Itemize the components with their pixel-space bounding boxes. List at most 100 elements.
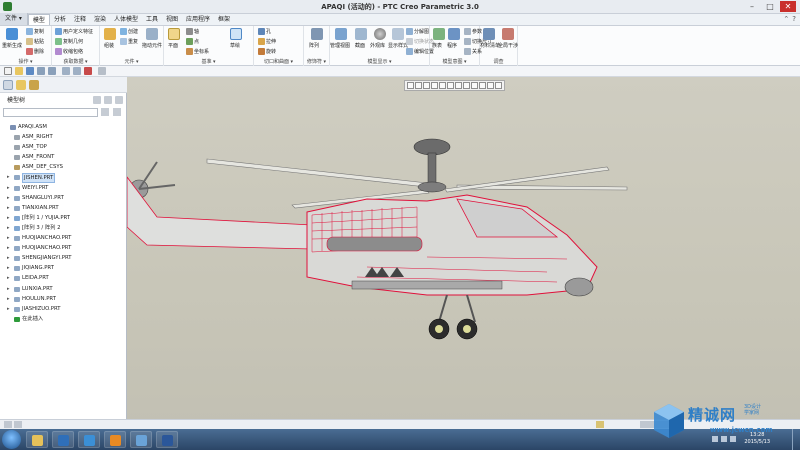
tab-model[interactable]: 模型 [27,14,50,25]
assemble-label[interactable]: 组装 [104,42,114,49]
tree-item[interactable]: ▸ [阵列 3 / 阵列 2 [0,223,127,233]
folder-browser-tab-icon[interactable] [16,80,26,90]
shrinkwrap-button[interactable]: 收缩包络 [55,48,83,55]
sketch-icon[interactable] [230,28,242,40]
display-style-icon[interactable] [392,28,404,40]
appearance-gallery-label[interactable]: 外观库 [370,42,385,49]
regenerate-small-icon[interactable] [62,67,70,75]
group-label-modifiers[interactable]: 修饰符 ▾ [304,58,329,65]
tree-expand-icon[interactable]: ▸ [7,223,10,233]
taskbar-app-5[interactable] [130,431,152,448]
tree-item[interactable]: ASM_FRONT [0,152,127,162]
program-icon[interactable] [448,28,460,40]
tree-expand-icon[interactable]: ▸ [7,284,10,294]
extrude-button[interactable]: 拉伸 [258,38,276,45]
save-icon[interactable] [26,67,34,75]
group-label-model-intent[interactable]: 模型意图 ▾ [430,58,479,65]
message-log-icon[interactable] [14,421,22,428]
group-label-component[interactable]: 元件 ▾ [100,58,163,65]
group-label-cut-surface[interactable]: 切口和曲面 ▾ [254,58,303,65]
selection-filter-icon[interactable] [596,421,604,428]
tree-item[interactable]: ASM_TOP [0,142,127,152]
regenerate-label[interactable]: 重新生成 [2,42,22,49]
tree-item[interactable]: ▸ JIQIANG.PRT [0,263,127,273]
bom-icon[interactable] [483,28,495,40]
manage-views-label[interactable]: 管理视图 [330,42,350,49]
manage-views-icon[interactable] [335,28,347,40]
udf-button[interactable]: 用户定义特征 [55,28,93,35]
tab-analysis[interactable]: 分析 [50,14,70,25]
tree-item[interactable]: ▸ SHANGLUYI.PRT [0,193,127,203]
regenerate-icon[interactable] [6,28,18,40]
section-label[interactable]: 截面 [355,42,365,49]
undo-icon[interactable] [37,67,45,75]
point-button[interactable]: 点 [186,38,199,45]
tree-search-input[interactable] [3,108,98,117]
help-icon[interactable]: ? [792,14,796,25]
tab-render[interactable]: 渲染 [90,14,110,25]
customize-qat-icon[interactable] [98,67,106,75]
tree-item[interactable]: ▸ HOULUN.PRT [0,294,127,304]
maximize-icon[interactable]: □ [762,1,778,12]
tree-expand-icon[interactable]: ▸ [7,183,10,193]
taskbar-word[interactable] [156,431,178,448]
group-label-get-data[interactable]: 获取数据 ▾ [52,58,99,65]
tree-expand-icon[interactable]: ▸ [7,294,10,304]
helicopter-model[interactable] [127,77,800,429]
repeat-button[interactable]: 重复 [120,38,138,45]
tree-item[interactable]: ▸ HUOJIANCHAO.PRT [0,243,127,253]
tab-annotate[interactable]: 注释 [70,14,90,25]
tree-expand-icon[interactable]: ▸ [7,304,10,314]
tab-view[interactable]: 视图 [162,14,182,25]
tab-framework[interactable]: 框架 [214,14,234,25]
copy-button[interactable]: 复制 [26,28,44,35]
graphics-window[interactable] [127,77,800,429]
pattern-label[interactable]: 阵列 [309,42,319,49]
program-label[interactable]: 程序 [447,42,457,49]
start-button[interactable] [2,430,21,449]
bom-label[interactable]: 材料清单 [480,42,500,49]
axis-button[interactable]: 轴 [186,28,199,35]
delete-button[interactable]: 删除 [26,48,44,55]
close-window-icon[interactable] [84,67,92,75]
tree-expand-icon[interactable]: ▸ [7,243,10,253]
hole-button[interactable]: 孔 [258,28,271,35]
plane-icon[interactable] [168,28,180,40]
tree-item[interactable]: ▸ WEIYI.PRT [0,183,127,193]
open-icon[interactable] [15,67,23,75]
taskbar-creo[interactable] [78,431,100,448]
tree-settings-icon[interactable] [93,96,101,104]
csys-button[interactable]: 坐标系 [186,48,209,55]
minimize-icon[interactable]: – [744,1,760,12]
paste-button[interactable]: 粘贴 [26,38,44,45]
group-label-datum[interactable]: 基准 ▾ [164,58,253,65]
tree-item[interactable]: ▸ LUNXIA.PRT [0,284,127,294]
tree-expand-icon[interactable]: ▸ [7,233,10,243]
tab-applications[interactable]: 应用程序 [182,14,214,25]
tree-expand-icon[interactable]: ▸ [7,253,10,263]
tree-item[interactable]: APAQI.ASM [0,122,127,132]
tab-manikin[interactable]: 人体模型 [110,14,142,25]
tree-item[interactable]: ASM_RIGHT [0,132,127,142]
tree-item[interactable]: ▸ LEIDA.PRT [0,273,127,283]
global-interference-label[interactable]: 全局干涉 [498,42,518,49]
tree-filters-icon[interactable] [104,96,112,104]
section-icon[interactable] [355,28,367,40]
assemble-icon[interactable] [104,28,116,40]
new-icon[interactable] [4,67,12,75]
plane-label[interactable]: 平面 [168,42,178,49]
tree-expand-icon[interactable]: ▸ [7,203,10,213]
tree-expand-icon[interactable]: ▸ [7,213,10,223]
drag-components-icon[interactable] [146,28,158,40]
revolve-button[interactable]: 旋转 [258,48,276,55]
tree-expand-icon[interactable]: ▸ [7,273,10,283]
appearance-gallery-icon[interactable] [374,28,386,40]
status-toggle-icon[interactable] [4,421,12,428]
tree-item[interactable]: ASM_DEF_CSYS [0,162,127,172]
tree-item[interactable]: ▸ TIANXIAN.PRT [0,203,127,213]
minimize-ribbon-icon[interactable]: ⌃ [783,14,789,25]
display-style-label[interactable]: 显示样式 [388,42,408,49]
explode-view-button[interactable]: 分解图 [406,28,429,35]
favorites-tab-icon[interactable] [29,80,39,90]
group-label-operations[interactable]: 操作 ▾ [0,58,51,65]
